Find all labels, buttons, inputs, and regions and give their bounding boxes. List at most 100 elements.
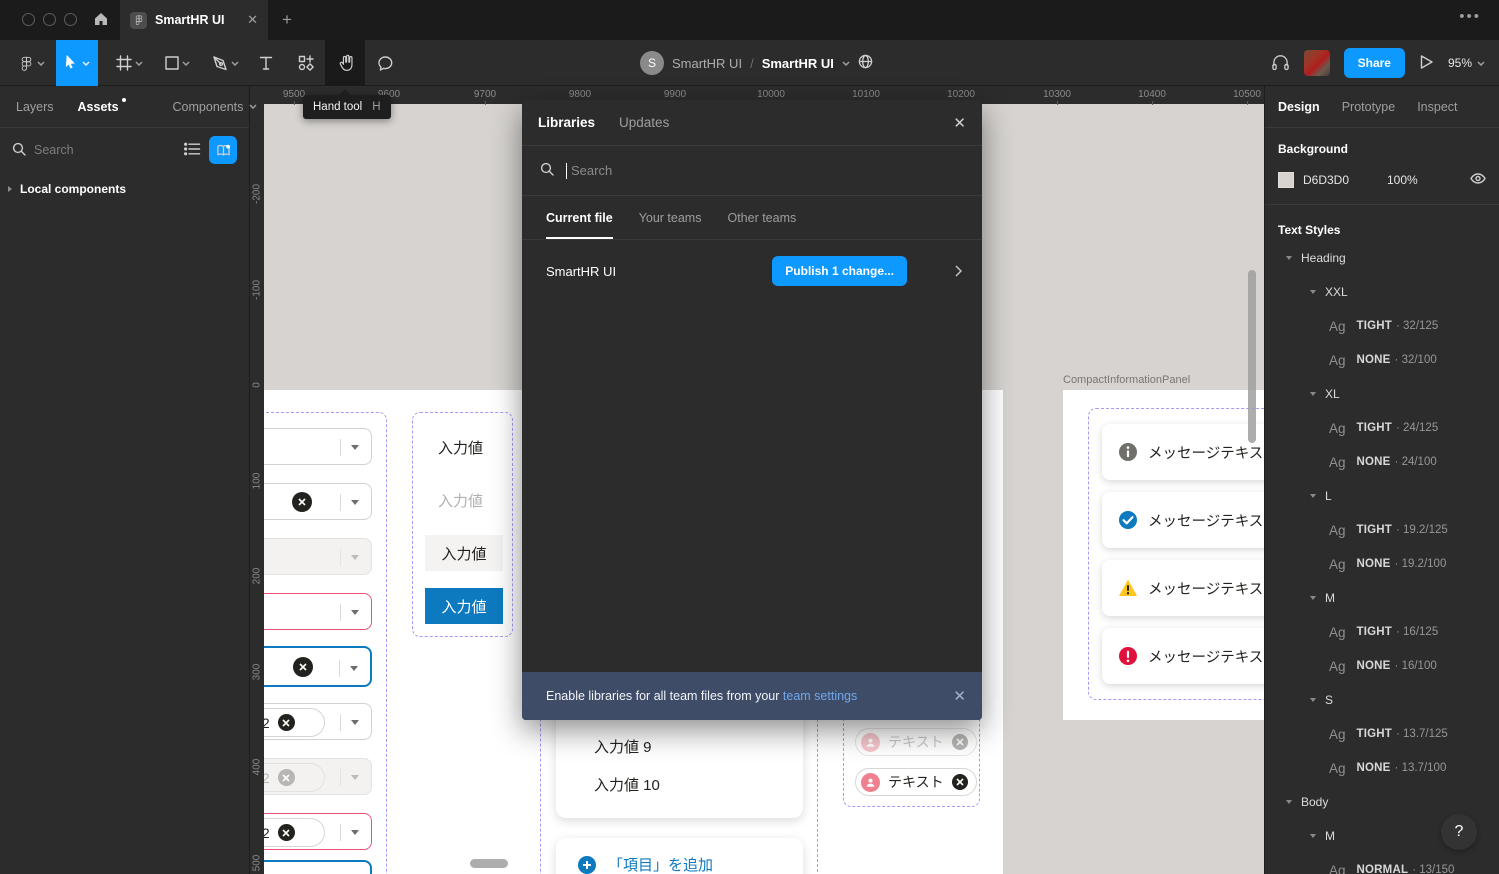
text-style-row[interactable]: AgNORMAL· 13/150 bbox=[1265, 853, 1499, 874]
select-default[interactable] bbox=[264, 428, 372, 465]
tab-close-icon[interactable]: ✕ bbox=[247, 12, 258, 28]
option-default[interactable]: 入力値 bbox=[438, 437, 483, 458]
help-button[interactable]: ? bbox=[1441, 814, 1477, 850]
select-arrow-icon[interactable] bbox=[351, 500, 359, 505]
user-avatar[interactable] bbox=[1304, 50, 1330, 76]
color-swatch[interactable] bbox=[1278, 172, 1294, 188]
window-minimize-button[interactable] bbox=[43, 13, 56, 26]
tab-assets[interactable]: Assets bbox=[78, 100, 119, 114]
clear-icon[interactable] bbox=[293, 657, 313, 677]
text-style-row[interactable]: AgTIGHT· 19.2/125 bbox=[1265, 513, 1499, 547]
select-arrow-icon[interactable] bbox=[351, 830, 359, 835]
select-error[interactable] bbox=[264, 593, 372, 630]
canvas-vertical-scrollbar[interactable] bbox=[1248, 270, 1256, 443]
tab-inspect[interactable]: Inspect bbox=[1417, 100, 1457, 114]
style-group-row[interactable]: XXL bbox=[1265, 275, 1499, 309]
text-style-row[interactable]: AgNONE· 32/100 bbox=[1265, 343, 1499, 377]
clear-icon[interactable] bbox=[292, 492, 312, 512]
window-close-button[interactable] bbox=[22, 13, 35, 26]
pen-tool-button[interactable] bbox=[202, 40, 248, 86]
select-arrow-icon[interactable] bbox=[351, 720, 359, 725]
style-group-row[interactable]: M bbox=[1265, 581, 1499, 615]
select-focused[interactable] bbox=[264, 646, 372, 687]
text-style-row[interactable]: AgNONE· 19.2/100 bbox=[1265, 547, 1499, 581]
breadcrumb-file-name[interactable]: SmartHR UI bbox=[762, 56, 834, 71]
library-row[interactable]: SmartHR UI Publish 1 change... bbox=[522, 240, 982, 302]
chip-clear-icon[interactable] bbox=[952, 774, 968, 790]
collapse-arrow-icon[interactable] bbox=[1310, 596, 1316, 600]
breadcrumb-team[interactable]: SmartHR UI bbox=[672, 56, 742, 71]
banner-close-icon[interactable]: ✕ bbox=[953, 687, 966, 705]
headphones-icon[interactable] bbox=[1271, 53, 1290, 74]
chevron-right-icon[interactable] bbox=[955, 265, 962, 277]
eye-icon[interactable] bbox=[1470, 173, 1486, 187]
collapse-arrow-icon[interactable] bbox=[1310, 834, 1316, 838]
dropdown-item[interactable]: 入力値 9 bbox=[594, 736, 652, 757]
move-tool-button[interactable] bbox=[56, 40, 98, 86]
comment-tool-button[interactable] bbox=[366, 40, 404, 86]
tab-other-teams[interactable]: Other teams bbox=[727, 196, 796, 239]
modal-tab-libraries[interactable]: Libraries bbox=[538, 115, 595, 130]
color-opacity-value[interactable]: 100% bbox=[1387, 173, 1470, 187]
hand-tool-button[interactable] bbox=[325, 40, 365, 86]
chevron-down-icon[interactable] bbox=[842, 61, 850, 66]
tab-current-file[interactable]: Current file bbox=[546, 196, 613, 239]
multiselect-focused[interactable] bbox=[264, 860, 372, 874]
text-style-row[interactable]: AgNONE· 13.7/100 bbox=[1265, 751, 1499, 785]
collapse-arrow-icon[interactable] bbox=[1310, 290, 1316, 294]
option-selected[interactable]: 入力値 bbox=[425, 588, 503, 624]
text-tool-button[interactable] bbox=[248, 40, 284, 86]
frame-tool-button[interactable] bbox=[106, 40, 152, 86]
search-input[interactable]: Search bbox=[34, 143, 176, 157]
text-style-row[interactable]: AgTIGHT· 32/125 bbox=[1265, 309, 1499, 343]
select-arrow-icon[interactable] bbox=[351, 445, 359, 450]
option-hover[interactable]: 入力値 bbox=[425, 535, 503, 571]
style-group-row[interactable]: Heading bbox=[1265, 241, 1499, 275]
list-view-icon[interactable] bbox=[184, 142, 201, 159]
file-tab[interactable]: SmartHR UI ✕ bbox=[120, 0, 268, 40]
text-style-row[interactable]: AgNONE· 16/100 bbox=[1265, 649, 1499, 683]
multiselect-filled[interactable]: 値 2 bbox=[264, 703, 372, 740]
tab-your-teams[interactable]: Your teams bbox=[639, 196, 702, 239]
main-menu-button[interactable] bbox=[10, 40, 54, 86]
collapse-arrow-icon[interactable] bbox=[1310, 392, 1316, 396]
text-style-row[interactable]: AgNONE· 24/100 bbox=[1265, 445, 1499, 479]
publish-button[interactable]: Publish 1 change... bbox=[772, 256, 907, 286]
collapse-arrow-icon[interactable] bbox=[1310, 698, 1316, 702]
compact-information-panel-frame[interactable]: メッセージテキス メッセージテキス メッセージテキス メッセージテキス bbox=[1063, 390, 1264, 720]
tab-components[interactable]: Components bbox=[173, 100, 258, 114]
new-tab-button[interactable]: + bbox=[282, 10, 292, 30]
window-zoom-button[interactable] bbox=[64, 13, 77, 26]
modal-search-input[interactable]: Search bbox=[571, 163, 612, 178]
multiselect-error[interactable]: 値 2 bbox=[264, 813, 372, 850]
overflow-menu-icon[interactable]: ••• bbox=[1459, 8, 1481, 25]
shape-tool-button[interactable] bbox=[155, 40, 199, 86]
present-icon[interactable] bbox=[1419, 54, 1434, 73]
resources-tool-button[interactable] bbox=[288, 40, 324, 86]
canvas-horizontal-scrollbar[interactable] bbox=[470, 859, 508, 868]
style-group-row[interactable]: L bbox=[1265, 479, 1499, 513]
text-style-row[interactable]: AgTIGHT· 24/125 bbox=[1265, 411, 1499, 445]
select-arrow-icon[interactable] bbox=[351, 610, 359, 615]
collapse-arrow-icon[interactable] bbox=[1310, 494, 1316, 498]
collapse-arrow-icon[interactable] bbox=[1286, 800, 1292, 804]
chip-clear-icon[interactable] bbox=[278, 824, 295, 841]
tab-design[interactable]: Design bbox=[1278, 100, 1320, 114]
dropdown-item[interactable]: 入力値 10 bbox=[594, 774, 660, 795]
tag-chip-default[interactable]: テキスト bbox=[855, 768, 977, 796]
style-group-row[interactable]: S bbox=[1265, 683, 1499, 717]
team-settings-link[interactable]: team settings bbox=[783, 689, 857, 703]
text-style-row[interactable]: AgTIGHT· 13.7/125 bbox=[1265, 717, 1499, 751]
modal-tab-updates[interactable]: Updates bbox=[619, 115, 669, 130]
frame-title[interactable]: CompactInformationPanel bbox=[1063, 374, 1190, 386]
library-view-button[interactable] bbox=[209, 136, 237, 164]
select-arrow-icon[interactable] bbox=[350, 666, 358, 671]
chip-clear-icon[interactable] bbox=[278, 714, 295, 731]
local-components-section[interactable]: Local components bbox=[0, 172, 249, 206]
color-hex-value[interactable]: D6D3D0 bbox=[1303, 173, 1367, 187]
select-filled[interactable] bbox=[264, 483, 372, 520]
add-item-button[interactable]: 「項目」を追加 bbox=[556, 838, 803, 874]
collapse-arrow-icon[interactable] bbox=[1286, 256, 1292, 260]
modal-close-icon[interactable]: ✕ bbox=[953, 114, 966, 132]
text-style-row[interactable]: AgTIGHT· 16/125 bbox=[1265, 615, 1499, 649]
